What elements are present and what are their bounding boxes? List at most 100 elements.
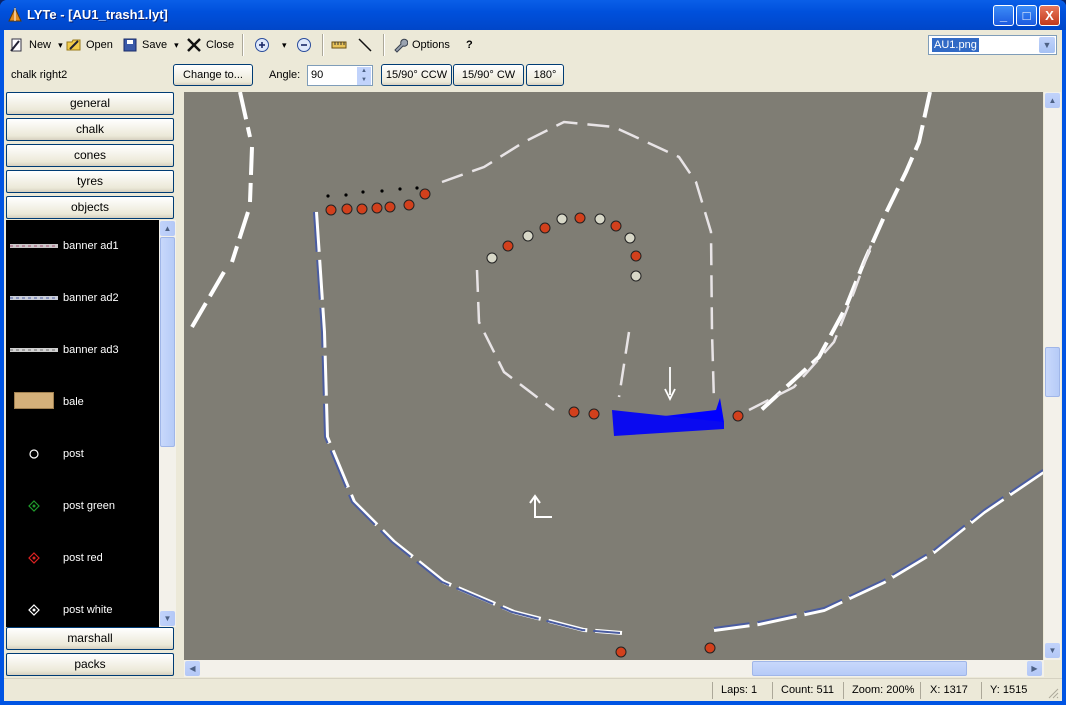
category-objects[interactable]: objects (6, 196, 174, 219)
new-button[interactable]: New ▾ (9, 36, 63, 54)
selected-object-name: chalk right2 (11, 69, 68, 81)
angle-value: 90 (311, 69, 324, 81)
status-bar: Laps: 1 Count: 511 Zoom: 200% X: 1317 Y:… (4, 678, 1062, 701)
client-area: New ▾ Open Save ▾ Close ▾ Options ? AU1.… (4, 30, 1062, 701)
zoom-out-icon (297, 38, 311, 53)
status-separator (920, 682, 921, 699)
object-list: banner ad1 banner ad2 banner ad3 bale po… (6, 220, 176, 627)
banner-red-icon (10, 244, 58, 248)
close-file-button[interactable]: Close (186, 36, 234, 54)
turn-arrow-icon (529, 494, 552, 518)
maximize-button[interactable]: □ (1016, 5, 1037, 26)
rotate-cw-button[interactable]: 15/90° CW (453, 64, 524, 86)
options-button[interactable]: Options (392, 36, 450, 54)
open-button[interactable]: Open (66, 36, 113, 54)
scroll-right-icon[interactable]: ▶ (1027, 661, 1042, 676)
new-dropdown-arrow[interactable]: ▾ (58, 40, 63, 50)
line-tool-button[interactable] (357, 36, 377, 54)
new-file-icon (10, 38, 22, 52)
category-marshall[interactable]: marshall (6, 627, 174, 650)
zoom-out-button[interactable] (296, 36, 316, 54)
texture-select-value: AU1.png (932, 38, 979, 52)
minimize-button[interactable]: _ (993, 5, 1014, 26)
ruler-button[interactable] (331, 36, 351, 54)
title-bar[interactable]: LYTe - [AU1_trash1.lyt] _ □ X (0, 0, 1066, 30)
save-dropdown-arrow[interactable]: ▾ (174, 40, 179, 50)
outer-barrier (190, 92, 1043, 635)
category-packs[interactable]: packs (6, 653, 174, 676)
list-item[interactable]: banner ad3 (6, 324, 159, 376)
status-separator (712, 682, 713, 699)
texture-select[interactable]: AU1.png ▼ (928, 35, 1057, 55)
toolbar-separator (322, 34, 324, 56)
track-canvas[interactable] (184, 92, 1043, 660)
rotate-ccw-button[interactable]: 15/90° CCW (381, 64, 452, 86)
object-palette: general chalk cones tyres objects banner… (4, 90, 177, 678)
status-separator (981, 682, 982, 699)
post-green-icon (28, 500, 40, 512)
category-cones[interactable]: cones (6, 144, 174, 167)
canvas-horizontal-scrollbar[interactable]: ◀ ▶ (184, 660, 1044, 677)
save-disk-icon (123, 38, 137, 52)
list-item[interactable]: post green (6, 480, 159, 532)
save-button[interactable]: Save ▾ (122, 36, 179, 54)
canvas-vertical-scrollbar[interactable]: ▲ ▼ (1044, 92, 1061, 660)
app-icon (8, 7, 22, 22)
zoom-dropdown-arrow[interactable]: ▾ (282, 36, 287, 54)
list-item[interactable]: banner ad2 (6, 272, 159, 324)
list-item[interactable]: banner ad1 (6, 220, 159, 272)
zoom-in-button[interactable] (254, 36, 274, 54)
status-x: X: 1317 (930, 684, 968, 696)
status-count: Count: 511 (781, 684, 835, 696)
scroll-down-icon[interactable]: ▼ (160, 611, 175, 626)
zoom-in-icon (255, 38, 269, 53)
scroll-down-icon[interactable]: ▼ (1045, 643, 1060, 658)
application-window: LYTe - [AU1_trash1.lyt] _ □ X New ▾ Open… (0, 0, 1066, 705)
close-x-icon (187, 38, 201, 52)
post-white-icon (28, 604, 40, 616)
list-item[interactable]: bale (6, 376, 159, 428)
spin-up-icon[interactable]: ▲ (357, 67, 371, 76)
direction-arrow-icon (664, 367, 676, 402)
status-y: Y: 1515 (990, 684, 1028, 696)
scroll-up-icon[interactable]: ▲ (1045, 93, 1060, 108)
open-folder-icon (66, 39, 81, 51)
status-separator (772, 682, 773, 699)
resize-grip-icon[interactable] (1047, 687, 1059, 699)
chevron-down-icon[interactable]: ▼ (1039, 37, 1055, 53)
post-red-icon (28, 552, 40, 564)
tyre-row (325, 186, 431, 216)
inner-chalk-loop (441, 120, 876, 412)
scroll-thumb[interactable] (160, 237, 175, 447)
post-icon (29, 449, 39, 459)
main-toolbar: New ▾ Open Save ▾ Close ▾ Options ? AU1.… (4, 30, 1062, 60)
ruler-icon (331, 41, 347, 49)
bale-icon (14, 392, 54, 409)
category-general[interactable]: general (6, 92, 174, 115)
wrench-icon (394, 38, 408, 53)
spin-down-icon[interactable]: ▼ (357, 76, 371, 85)
scroll-up-icon[interactable]: ▲ (160, 221, 175, 236)
list-item[interactable]: post (6, 428, 159, 480)
status-laps: Laps: 1 (721, 684, 758, 696)
banner-grey-icon (10, 348, 58, 352)
window-title: LYTe - [AU1_trash1.lyt] (27, 7, 168, 22)
category-chalk[interactable]: chalk (6, 118, 174, 141)
object-list-scrollbar[interactable]: ▲ ▼ (159, 220, 176, 627)
help-button[interactable]: ? (466, 36, 473, 54)
status-separator (843, 682, 844, 699)
toolbar-separator (383, 34, 385, 56)
rotate-180-button[interactable]: 180° (526, 64, 564, 86)
line-icon (358, 38, 372, 52)
status-zoom: Zoom: 200% (852, 684, 915, 696)
toolbar-separator (242, 34, 244, 56)
list-item[interactable]: post red (6, 532, 159, 584)
close-window-button[interactable]: X (1039, 5, 1060, 26)
change-to-button[interactable]: Change to... (173, 64, 253, 86)
scroll-left-icon[interactable]: ◀ (185, 661, 200, 676)
category-tyres[interactable]: tyres (6, 170, 174, 193)
angle-input[interactable]: 90 ▲ ▼ (307, 65, 373, 86)
scroll-thumb[interactable] (1045, 347, 1060, 397)
track-drawing (190, 92, 1043, 658)
scroll-thumb[interactable] (752, 661, 967, 676)
